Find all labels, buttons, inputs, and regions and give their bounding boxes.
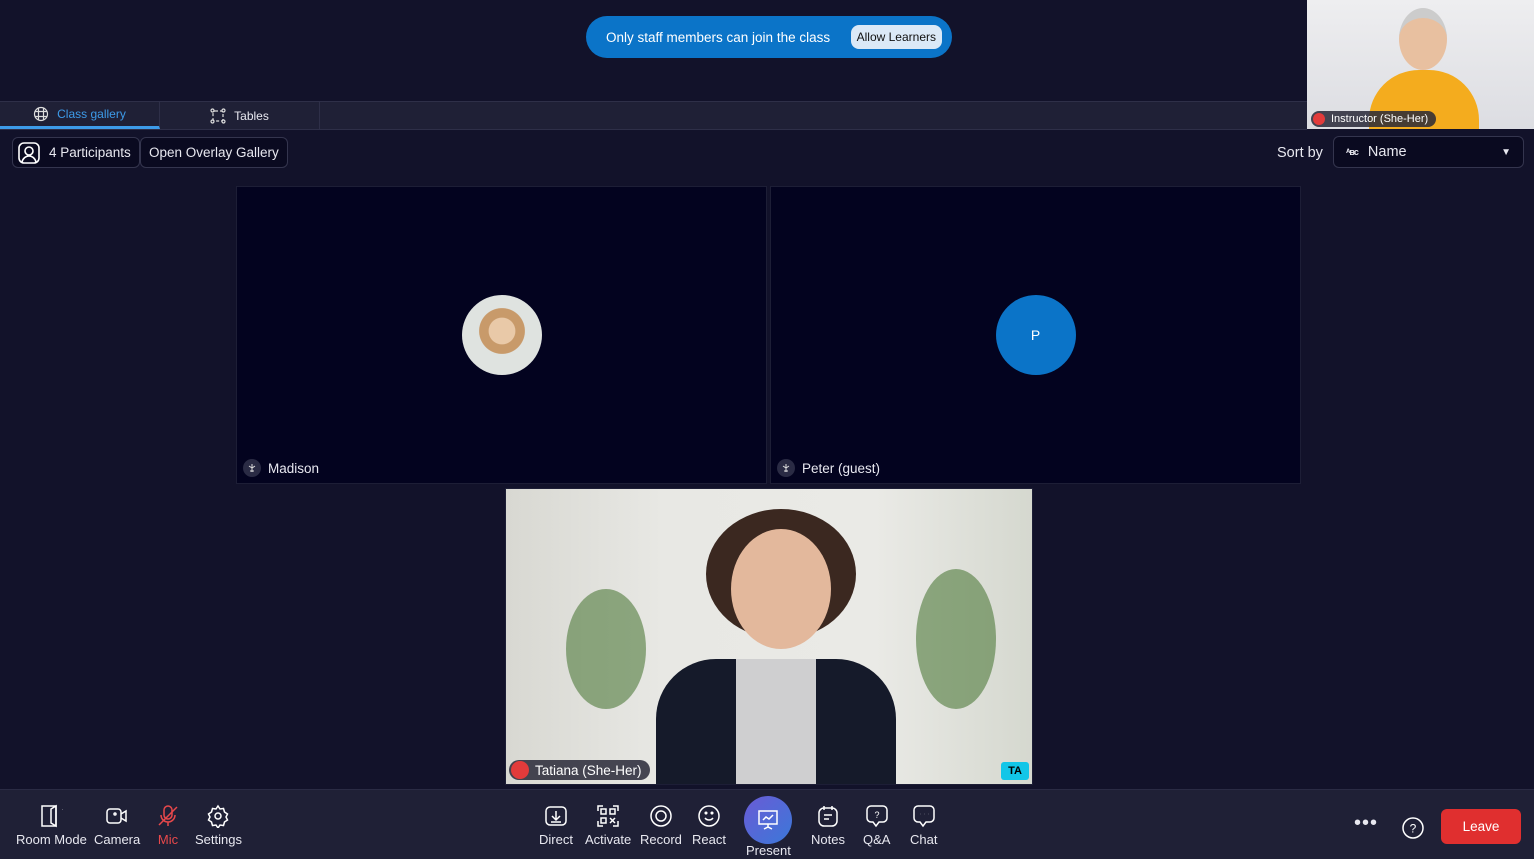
sort-label: Sort by <box>1277 145 1323 161</box>
mic-off-icon <box>511 761 529 779</box>
qa-button[interactable]: ? Q&A <box>863 804 890 847</box>
chevron-down-icon: ▼ <box>1501 146 1511 158</box>
qr-icon <box>597 805 619 827</box>
tab-tables[interactable]: Tables <box>160 102 320 129</box>
mic-button[interactable]: Mic <box>156 804 180 847</box>
avatar: P <box>995 295 1076 375</box>
presentation-icon <box>758 810 778 830</box>
tables-icon <box>210 107 226 124</box>
join-restriction-banner: Only staff members can join the class Al… <box>586 16 952 58</box>
participant-tile[interactable]: P Peter (guest) <box>770 186 1301 484</box>
present-label: Present <box>746 843 791 858</box>
chat-icon <box>912 805 935 828</box>
avatar <box>461 295 542 375</box>
svg-text:?: ? <box>874 810 879 820</box>
activate-button[interactable]: Activate <box>585 804 631 847</box>
sort-select[interactable]: ᴬʙc Name ▼ <box>1333 136 1524 168</box>
mic-off-icon <box>1313 113 1325 125</box>
notes-button[interactable]: Notes <box>811 804 845 847</box>
user-icon <box>18 141 40 164</box>
role-badge: TA <box>1001 762 1029 780</box>
allow-learners-button[interactable]: Allow Learners <box>850 25 942 49</box>
banner-text: Only staff members can join the class <box>606 29 831 45</box>
participant-tile[interactable]: Madison <box>236 186 767 484</box>
chat-button[interactable]: Chat <box>910 804 937 847</box>
present-button[interactable] <box>744 796 792 844</box>
instructor-self-view: Instructor (She-Her) <box>1307 0 1534 129</box>
room-mode-button[interactable]: Room Mode <box>16 804 87 847</box>
settings-button[interactable]: Settings <box>195 804 242 847</box>
alphabetical-icon: ᴬʙc <box>1346 147 1359 157</box>
svg-text:?: ? <box>1410 822 1417 836</box>
bottom-toolbar: Room Mode Camera Mic Settings Direct Act… <box>0 789 1534 859</box>
leave-button[interactable]: Leave <box>1441 809 1521 844</box>
direct-button[interactable]: Direct <box>539 804 573 847</box>
gear-icon <box>208 804 229 828</box>
react-button[interactable]: React <box>692 804 726 847</box>
notes-icon <box>818 806 838 827</box>
learner-badge-icon <box>777 459 795 477</box>
question-bubble-icon: ? <box>865 805 888 828</box>
camera-button[interactable]: Camera <box>94 804 140 847</box>
mic-off-icon <box>158 805 178 826</box>
learner-badge-icon <box>243 459 261 477</box>
record-button[interactable]: Record <box>640 804 682 847</box>
help-icon[interactable]: ? <box>1402 817 1424 839</box>
door-icon <box>41 804 64 828</box>
download-icon <box>545 806 567 826</box>
record-icon <box>650 805 672 827</box>
camera-icon <box>106 808 127 824</box>
open-overlay-gallery-button[interactable]: Open Overlay Gallery <box>140 137 288 168</box>
globe-grid-icon <box>34 106 49 122</box>
tab-class-gallery[interactable]: Class gallery <box>0 102 160 129</box>
smile-icon <box>698 805 720 827</box>
view-tabs: Class gallery Tables <box>0 101 1307 130</box>
participant-tile[interactable]: Tatiana (She-Her) TA <box>505 488 1033 785</box>
participants-button[interactable]: 4 Participants <box>12 137 140 168</box>
instructor-name: Instructor (She-Her) <box>1331 113 1429 125</box>
more-options-icon[interactable]: ••• <box>1354 812 1378 835</box>
